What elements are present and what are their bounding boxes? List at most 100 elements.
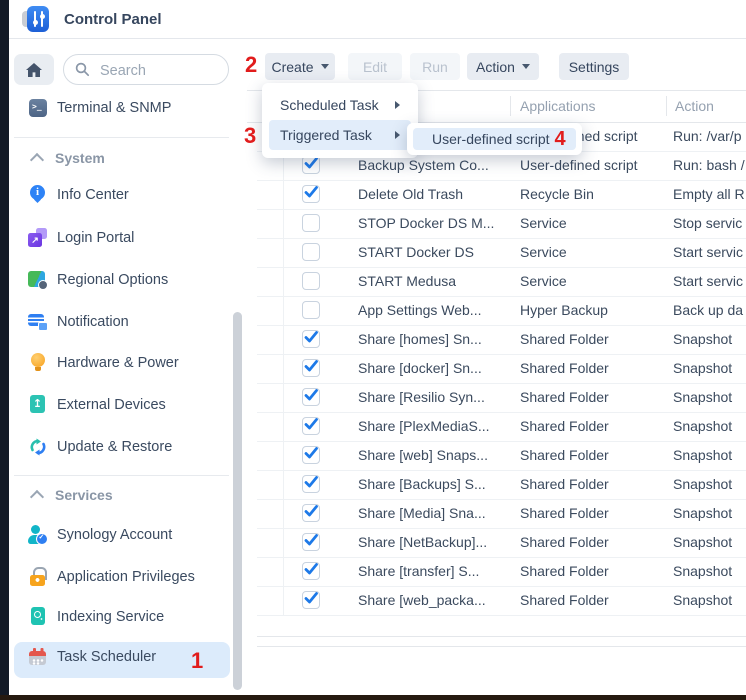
task-application: Shared Folder — [520, 325, 609, 354]
menu-item-label: User-defined script — [432, 131, 550, 147]
table-row[interactable]: Share [NetBackup]...Shared FolderSnapsho… — [257, 528, 746, 558]
task-action: Snapshot — [673, 412, 732, 441]
sidebar-item-regional-options[interactable]: Regional Options — [28, 266, 168, 294]
task-action: Snapshot — [673, 499, 732, 528]
table-row[interactable]: Share [Media] Sna...Shared FolderSnapsho… — [257, 499, 746, 529]
sidebar-item-hardware-power[interactable]: Hardware & Power — [28, 349, 179, 377]
sidebar: Terminal & SNMP System iInfo Center Login P… — [9, 38, 248, 695]
table-row[interactable]: Share [Resilio Syn...Shared FolderSnapsh… — [257, 383, 746, 413]
task-action: Snapshot — [673, 586, 732, 615]
checkbox-checked[interactable] — [302, 417, 320, 435]
search-box[interactable] — [63, 54, 229, 85]
submenu-arrow-icon — [395, 101, 400, 109]
task-application: Shared Folder — [520, 499, 609, 528]
terminal-icon — [28, 98, 48, 118]
table-row[interactable]: App Settings Web...Hyper BackupBack up d… — [257, 296, 746, 326]
task-action: Snapshot — [673, 470, 732, 499]
table-row[interactable]: Share [transfer] S...Shared FolderSnapsh… — [257, 557, 746, 587]
settings-button[interactable]: Settings — [559, 53, 629, 80]
task-application: Recycle Bin — [520, 180, 594, 209]
action-button[interactable]: Action — [467, 53, 539, 80]
checkbox-checked[interactable] — [302, 504, 320, 522]
checkbox-checked[interactable] — [302, 185, 320, 203]
table-row[interactable]: Share [Backups] S...Shared FolderSnapsho… — [257, 470, 746, 500]
checkbox-unchecked[interactable] — [302, 243, 320, 261]
sidebar-section-system[interactable]: System — [32, 148, 105, 168]
checkbox-checked[interactable] — [302, 533, 320, 551]
notification-icon — [28, 312, 48, 332]
table-row[interactable]: Share [web] Snaps...Shared FolderSnapsho… — [257, 441, 746, 471]
task-action: Empty all R — [673, 180, 745, 209]
sidebar-item-update-restore[interactable]: Update & Restore — [28, 433, 172, 461]
sidebar-item-label: Regional Options — [57, 272, 168, 288]
checkbox-checked[interactable] — [302, 330, 320, 348]
control-panel-icon — [22, 6, 50, 32]
sidebar-item-info-center[interactable]: iInfo Center — [28, 181, 129, 209]
sidebar-item-synology-account[interactable]: Synology Account — [28, 521, 172, 549]
section-label: Services — [55, 487, 113, 503]
menu-item-scheduled-task[interactable]: Scheduled Task — [269, 90, 411, 120]
checkbox-unchecked[interactable] — [302, 272, 320, 290]
checkbox-unchecked[interactable] — [302, 301, 320, 319]
task-name: Share [transfer] S... — [358, 557, 479, 586]
sidebar-scrollbar-thumb[interactable] — [233, 312, 242, 690]
checkbox-checked[interactable] — [302, 388, 320, 406]
checkbox-checked[interactable] — [302, 475, 320, 493]
table-row[interactable]: STOP Docker DS M...ServiceStop servic — [257, 209, 746, 239]
table-row[interactable]: Share [homes] Sn...Shared FolderSnapshot — [257, 325, 746, 355]
sidebar-item-terminal-snmp[interactable]: Terminal & SNMP — [28, 94, 171, 122]
task-name: Share [web_packa... — [358, 586, 486, 615]
table-row[interactable]: START MedusaServiceStart servic — [257, 267, 746, 297]
task-action: Snapshot — [673, 441, 732, 470]
table-row[interactable]: Share [web_packa...Shared FolderSnapshot — [257, 586, 746, 616]
column-header-action[interactable]: Action — [675, 90, 714, 122]
home-icon — [25, 62, 43, 78]
checkbox-unchecked[interactable] — [302, 214, 320, 232]
table-row[interactable]: Share [PlexMediaS...Shared FolderSnapsho… — [257, 412, 746, 442]
task-name: Share [Resilio Syn... — [358, 383, 485, 412]
edit-button: Edit — [348, 53, 402, 80]
caret-down-icon — [522, 64, 530, 69]
sidebar-item-indexing-service[interactable]: Indexing Service — [28, 603, 164, 631]
column-header-applications[interactable]: Applications — [520, 90, 596, 122]
sidebar-item-login-portal[interactable]: Login Portal — [28, 224, 134, 252]
task-application: Shared Folder — [520, 412, 609, 441]
sidebar-divider — [14, 475, 229, 476]
column-separator — [666, 96, 667, 116]
table-row[interactable]: Delete Old TrashRecycle BinEmpty all R — [257, 180, 746, 210]
column-separator — [510, 96, 511, 116]
home-button[interactable] — [14, 54, 54, 85]
table-row[interactable]: START Docker DSServiceStart servic — [257, 238, 746, 268]
menu-item-user-defined-script[interactable]: User-defined script 4 — [413, 128, 576, 150]
task-action: Back up da — [673, 296, 743, 325]
search-input[interactable] — [98, 55, 222, 86]
task-action: Snapshot — [673, 557, 732, 586]
create-button[interactable]: Create — [265, 53, 335, 80]
checkbox-checked[interactable] — [302, 156, 320, 174]
sidebar-item-external-devices[interactable]: External Devices — [28, 391, 166, 419]
checkbox-checked[interactable] — [302, 359, 320, 377]
chevron-up-icon — [30, 153, 44, 167]
titlebar: Control Panel — [9, 0, 746, 39]
sidebar-item-label: Terminal & SNMP — [57, 100, 171, 116]
window-title: Control Panel — [64, 11, 162, 28]
sidebar-item-application-privileges[interactable]: Application Privileges — [28, 563, 195, 591]
checkbox-checked[interactable] — [302, 446, 320, 464]
sidebar-item-notification[interactable]: Notification — [28, 308, 129, 336]
annotation-1: 1 — [191, 650, 203, 672]
search-icon — [75, 62, 90, 77]
submenu-arrow-icon — [395, 131, 400, 139]
sidebar-section-services[interactable]: Services — [32, 485, 113, 505]
annotation-4: 4 — [555, 128, 566, 151]
checkbox-checked[interactable] — [302, 591, 320, 609]
menu-item-label: Scheduled Task — [280, 97, 379, 113]
table-row[interactable]: Share [docker] Sn...Shared FolderSnapsho… — [257, 354, 746, 384]
task-name: Share [homes] Sn... — [358, 325, 482, 354]
menu-item-label: Triggered Task — [280, 127, 372, 143]
screen: Control Panel Terminal & SNMP System iInfo… — [0, 0, 746, 700]
sidebar-item-task-scheduler[interactable]: Task Scheduler — [28, 643, 156, 671]
button-label: Action — [476, 59, 515, 75]
create-menu: Scheduled Task Triggered Task — [262, 83, 418, 158]
menu-item-triggered-task[interactable]: Triggered Task — [269, 120, 411, 150]
checkbox-checked[interactable] — [302, 562, 320, 580]
